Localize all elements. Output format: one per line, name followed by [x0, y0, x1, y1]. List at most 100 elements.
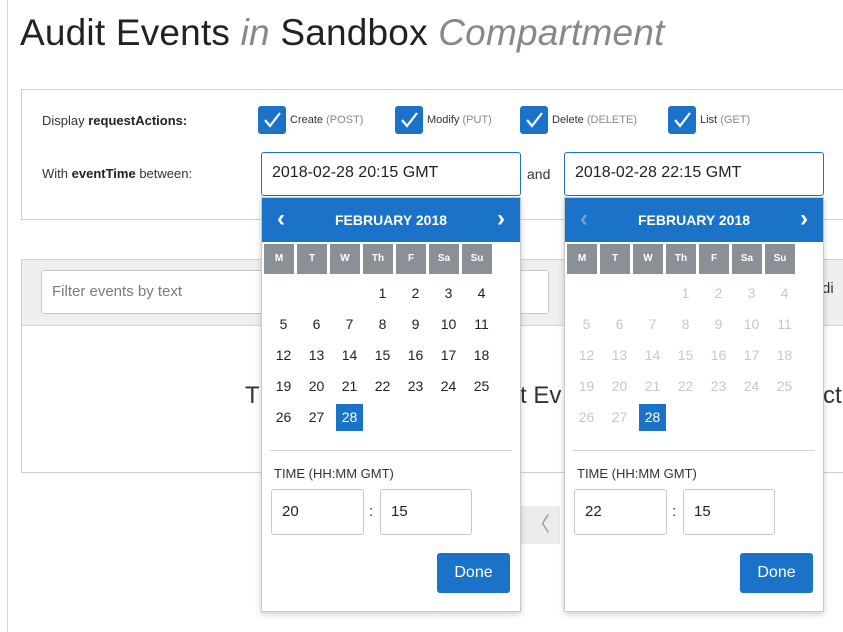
chevron-right-icon[interactable]: › — [486, 198, 516, 242]
day-cell[interactable]: 14 — [333, 342, 366, 369]
title-main: Audit Events — [20, 12, 231, 53]
chevron-right-icon[interactable]: › — [789, 198, 819, 242]
title-compartment: Compartment — [438, 12, 665, 53]
weekday-header: Th — [363, 244, 393, 274]
time-colon: : — [369, 503, 374, 520]
day-cell[interactable]: 25 — [768, 373, 801, 400]
selected-day[interactable]: 28 — [639, 404, 666, 431]
chevron-left-icon[interactable]: ‹ — [266, 198, 296, 242]
day-cell[interactable]: 20 — [300, 373, 333, 400]
day-cell[interactable]: 1 — [669, 280, 702, 307]
day-cell[interactable]: 2 — [399, 280, 432, 307]
day-cell[interactable]: 24 — [432, 373, 465, 400]
divider — [573, 450, 815, 451]
day-cell[interactable]: 16 — [702, 342, 735, 369]
time-colon: : — [672, 503, 677, 520]
day-cell[interactable]: 7 — [636, 311, 669, 338]
done-button[interactable]: Done — [740, 553, 813, 593]
day-cell[interactable]: 19 — [570, 373, 603, 400]
time-label: TIME (HH:MM GMT) — [577, 466, 697, 481]
hour-input[interactable]: 22 — [574, 489, 667, 535]
checkbox-create[interactable]: Create (POST) — [258, 106, 363, 134]
weekday-header: W — [330, 244, 360, 274]
hour-input[interactable]: 20 — [271, 489, 364, 535]
day-cell[interactable]: 7 — [333, 311, 366, 338]
day-cell[interactable]: 22 — [366, 373, 399, 400]
selected-day[interactable]: 28 — [336, 404, 363, 431]
weekday-header: Sa — [732, 244, 762, 274]
weekday-header: Sa — [429, 244, 459, 274]
empty-day-cell — [669, 404, 702, 431]
checkbox-list[interactable]: List (GET) — [668, 106, 750, 134]
day-cell[interactable]: 23 — [702, 373, 735, 400]
day-cell[interactable]: 17 — [735, 342, 768, 369]
week-row: 5 6 7 8 9 10 11 — [267, 311, 498, 342]
start-time-input[interactable]: 2018-02-28 20:15 GMT — [261, 152, 521, 196]
end-time-input[interactable]: 2018-02-28 22:15 GMT — [564, 152, 824, 196]
day-cell[interactable]: 19 — [267, 373, 300, 400]
day-cell[interactable]: 13 — [603, 342, 636, 369]
day-cell[interactable]: 26 — [267, 404, 300, 431]
weekday-header: M — [264, 244, 294, 274]
day-cell[interactable]: 9 — [399, 311, 432, 338]
empty-message-fragment-right: ct — [823, 382, 842, 409]
day-cell[interactable]: 13 — [300, 342, 333, 369]
day-cell[interactable]: 27 — [603, 404, 636, 431]
checkmark-icon[interactable] — [520, 106, 548, 134]
day-cell[interactable]: 4 — [465, 280, 498, 307]
day-cell[interactable]: 17 — [432, 342, 465, 369]
day-cell[interactable]: 6 — [603, 311, 636, 338]
empty-day-cell — [267, 280, 300, 307]
day-cell[interactable]: 9 — [702, 311, 735, 338]
month-label: FEBRUARY 2018 — [565, 198, 823, 242]
day-cell[interactable]: 10 — [432, 311, 465, 338]
day-cell[interactable]: 15 — [669, 342, 702, 369]
empty-day-cell — [300, 280, 333, 307]
day-cell[interactable]: 2 — [702, 280, 735, 307]
checkbox-delete[interactable]: Delete (DELETE) — [520, 106, 637, 134]
day-cell[interactable]: 5 — [267, 311, 300, 338]
day-cell[interactable]: 25 — [465, 373, 498, 400]
empty-day-cell — [366, 404, 399, 431]
pager-prev-button[interactable]: 〈 — [520, 506, 560, 544]
day-cell[interactable]: 5 — [570, 311, 603, 338]
day-cell[interactable]: 14 — [636, 342, 669, 369]
day-cell[interactable]: 3 — [432, 280, 465, 307]
day-cell[interactable]: 20 — [603, 373, 636, 400]
minute-input[interactable]: 15 — [380, 489, 472, 535]
day-cell[interactable]: 12 — [267, 342, 300, 369]
day-cell[interactable]: 22 — [669, 373, 702, 400]
day-cell[interactable]: 6 — [300, 311, 333, 338]
day-cell[interactable]: 21 — [636, 373, 669, 400]
day-cell[interactable]: 11 — [465, 311, 498, 338]
day-cell[interactable]: 26 — [570, 404, 603, 431]
done-button[interactable]: Done — [437, 553, 510, 593]
day-cell[interactable]: 11 — [768, 311, 801, 338]
day-cell[interactable]: 10 — [735, 311, 768, 338]
day-cell[interactable]: 4 — [768, 280, 801, 307]
checkbox-modify[interactable]: Modify (PUT) — [395, 106, 492, 134]
day-cell[interactable]: 18 — [465, 342, 498, 369]
day-cell[interactable]: 1 — [366, 280, 399, 307]
empty-day-cell — [603, 280, 636, 307]
day-cell[interactable]: 27 — [300, 404, 333, 431]
day-cell[interactable]: 23 — [399, 373, 432, 400]
day-cell[interactable]: 15 — [366, 342, 399, 369]
day-cell[interactable]: 8 — [669, 311, 702, 338]
day-cell[interactable]: 12 — [570, 342, 603, 369]
checkmark-icon[interactable] — [395, 106, 423, 134]
day-cell[interactable]: 16 — [399, 342, 432, 369]
day-grid: 1 2 3 4 5 6 7 8 9 10 11 12 13 14 15 16 17 18 19 20 21 22 23 24 2… — [570, 280, 801, 435]
day-cell[interactable]: 24 — [735, 373, 768, 400]
day-cell[interactable]: 8 — [366, 311, 399, 338]
and-label: and — [527, 166, 551, 182]
checkmark-icon[interactable] — [258, 106, 286, 134]
empty-day-cell — [432, 404, 465, 431]
day-cell[interactable]: 18 — [768, 342, 801, 369]
day-cell[interactable]: 3 — [735, 280, 768, 307]
minute-input[interactable]: 15 — [683, 489, 775, 535]
empty-day-cell — [702, 404, 735, 431]
day-cell[interactable]: 21 — [333, 373, 366, 400]
empty-day-cell — [735, 404, 768, 431]
checkmark-icon[interactable] — [668, 106, 696, 134]
